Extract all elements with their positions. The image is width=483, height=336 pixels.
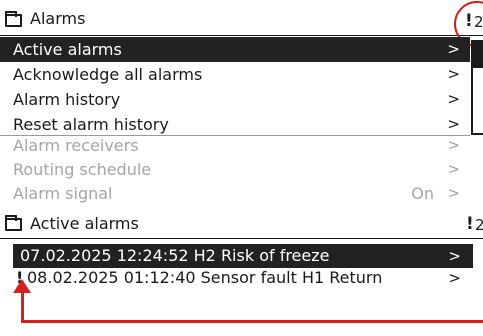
header-divider: [0, 35, 483, 36]
chevron-right-icon: >: [447, 40, 460, 58]
menu-item-label: Acknowledge all alarms: [13, 65, 203, 84]
folder-icon: [5, 215, 22, 231]
header-divider: [0, 238, 483, 239]
alarms-menu-header: Alarms ! 2: [0, 8, 483, 35]
active-alarms-title: Active alarms: [30, 214, 139, 233]
menu-item-active-alarms[interactable]: Active alarms >: [0, 37, 470, 62]
active-alarms-header: Active alarms ! 2: [0, 206, 483, 238]
alarms-menu-title: Alarms: [30, 9, 86, 28]
annotation-arrow-shaft: [21, 289, 24, 322]
chevron-right-icon: >: [448, 269, 461, 287]
menu-item-acknowledge-all[interactable]: Acknowledge all alarms >: [0, 62, 470, 87]
chevron-right-icon: >: [448, 247, 461, 265]
alarm-row-text: 08.02.2025 01:12:40 Sensor fault H1 Retu…: [27, 268, 383, 287]
menu-item-routing-schedule[interactable]: Routing schedule >: [0, 157, 470, 182]
chevron-right-icon: >: [447, 160, 460, 178]
annotation-arrow-head: [13, 279, 31, 293]
menu-item-alarm-signal[interactable]: Alarm signal On >: [0, 181, 470, 206]
menu-item-label: Alarm signal: [13, 184, 113, 203]
annotation-arrow-line: [21, 320, 483, 323]
chevron-right-icon: >: [447, 90, 460, 108]
alarm-row-risk-of-freeze[interactable]: 07.02.2025 12:24:52 H2 Risk of freeze >: [13, 244, 473, 268]
menu-item-alarm-history[interactable]: Alarm history >: [0, 87, 470, 112]
chevron-right-icon: >: [447, 65, 460, 83]
menu-item-label: Active alarms: [13, 40, 122, 59]
chevron-right-icon: >: [447, 136, 460, 154]
menu-item-label: Routing schedule: [13, 160, 152, 179]
folder-icon: [5, 11, 22, 27]
scrollbar-thumb[interactable]: [473, 42, 483, 68]
alarm-signal-value: On: [411, 184, 434, 203]
menu-item-label: Reset alarm history: [13, 115, 169, 134]
menu-item-label: Alarm history: [13, 90, 121, 109]
chevron-right-icon: >: [447, 184, 460, 202]
alarm-row-text: 07.02.2025 12:24:52 H2 Risk of freeze: [20, 246, 330, 265]
menu-item-label: Alarm receivers: [13, 136, 139, 155]
alarm-count-badge: 2: [475, 216, 483, 234]
alarm-indicator-icon: !: [466, 214, 474, 234]
alarm-row-sensor-fault[interactable]: ! 08.02.2025 01:12:40 Sensor fault H1 Re…: [13, 266, 473, 290]
menu-item-alarm-receivers[interactable]: Alarm receivers >: [0, 133, 470, 158]
